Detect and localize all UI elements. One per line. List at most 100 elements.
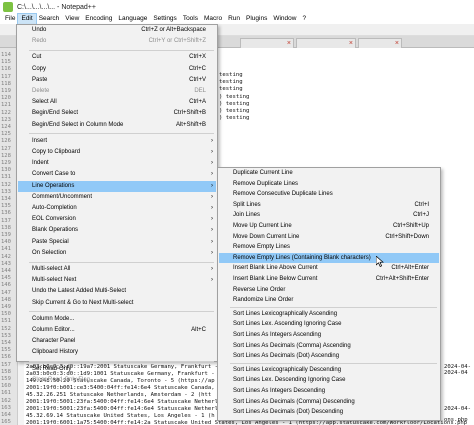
menu-item-sort-lines-lex-descending-ignoring-case[interactable]: Sort Lines Lex. Descending Ignoring Case xyxy=(219,375,439,386)
menu-item-on-selection[interactable]: On Selection › xyxy=(18,248,216,259)
menu-item-move-down-current-line[interactable]: Move Down Current Line Ctrl+Shift+Down xyxy=(219,232,439,243)
menu-item-label: Column Mode... xyxy=(32,315,75,322)
menu-item-cut[interactable]: Cut Ctrl+X xyxy=(18,52,216,63)
menu-item-indent[interactable]: Indent › xyxy=(18,158,216,169)
menu-item-sort-lines-as-decimals-dot-ascending[interactable]: Sort Lines As Decimals (Dot) Ascending xyxy=(219,351,439,362)
menu-item-label: Remove Consecutive Duplicate Lines xyxy=(233,191,333,198)
menu-item-label: Indent xyxy=(32,160,49,167)
menu-help[interactable]: ? xyxy=(299,14,309,24)
menu-item-remove-empty-lines[interactable]: Remove Empty Lines xyxy=(219,242,439,253)
close-tab-icon[interactable]: × xyxy=(349,39,353,48)
line-number: 126 xyxy=(1,138,11,145)
menu-item-begin-end-select-in-column-mode[interactable]: Begin/End Select in Column Mode Alt+Shift… xyxy=(18,120,216,131)
document-tab[interactable]: × xyxy=(358,38,402,48)
document-tab[interactable]: × xyxy=(240,38,294,48)
menu-item-sort-lines-lexicographically-descending[interactable]: Sort Lines Lexicographically Descending xyxy=(219,365,439,376)
menu-item-character-panel[interactable]: Character Panel xyxy=(18,336,216,347)
menu-item-sort-lines-as-decimals-dot-descending[interactable]: Sort Lines As Decimals (Dot) Descending xyxy=(219,407,439,418)
menu-item-multi-select-next[interactable]: Multi-select Next › xyxy=(18,275,216,286)
menu-item-split-lines[interactable]: Split Lines Ctrl+I xyxy=(219,200,439,211)
menu-item-label: Sort Lines Lex. Descending Ignoring Case xyxy=(233,377,346,384)
edit-menu-dropdown: Undo Ctrl+Z or Alt+Backspace Redo Ctrl+Y or… xyxy=(16,24,218,383)
menu-item-label: Join Lines xyxy=(233,212,261,219)
menu-item-convert-case-to[interactable]: Convert Case to › xyxy=(18,169,216,180)
menu-item-multi-select-all[interactable]: Multi-select All › xyxy=(18,264,216,275)
menu-tools[interactable]: Tools xyxy=(180,14,201,24)
menu-item-remove-empty-lines-containing-blank-characters[interactable]: Remove Empty Lines (Containing Blank cha… xyxy=(219,252,439,264)
menu-item-sort-lines-lexicographically-ascending[interactable]: Sort Lines Lexicographically Ascending xyxy=(219,309,439,320)
menu-item-label: Multi-select All xyxy=(32,266,71,272)
menu-item-set-read-only[interactable]: Set Read-Only xyxy=(18,364,216,375)
line-number: 141 xyxy=(1,246,11,253)
menu-item-redo[interactable]: Redo Ctrl+Y or Ctrl+Shift+Z xyxy=(18,36,216,47)
menu-item-copy-to-clipboard[interactable]: Copy to Clipboard › xyxy=(18,147,216,158)
menu-item-sort-lines-lex-ascending-ignoring-case[interactable]: Sort Lines Lex. Ascending Ignoring Case xyxy=(219,319,439,330)
menu-item-auto-completion[interactable]: Auto-Completion › xyxy=(18,203,216,214)
menu-search[interactable]: Search xyxy=(36,14,63,24)
menu-item-label: Clipboard History xyxy=(32,349,79,356)
line-number: 165 xyxy=(1,419,11,425)
menu-plugins[interactable]: Plugins xyxy=(243,14,270,24)
menu-item-move-up-current-line[interactable]: Move Up Current Line Ctrl+Shift+Up xyxy=(219,221,439,232)
menu-window[interactable]: Window xyxy=(270,14,299,24)
menu-settings[interactable]: Settings xyxy=(150,14,180,24)
submenu-arrow-icon: › xyxy=(211,149,213,155)
menu-run[interactable]: Run xyxy=(225,14,243,24)
menu-item-insert[interactable]: Insert › xyxy=(18,136,216,147)
menu-item-clear-read-only-flag[interactable]: Clear Read-Only Flag xyxy=(18,375,216,386)
code-line: testing xyxy=(219,86,243,93)
menu-item-comment-uncomment[interactable]: Comment/Uncomment › xyxy=(18,192,216,203)
menu-item-undo-the-latest-added-multi-select[interactable]: Undo the Latest Added Multi-Select xyxy=(18,286,216,297)
menu-item-blank-operations[interactable]: Blank Operations › xyxy=(18,225,216,236)
line-number: 120 xyxy=(1,95,11,102)
menu-item-shortcut: Alt+Shift+B xyxy=(175,121,206,128)
menu-view[interactable]: View xyxy=(62,14,82,24)
close-tab-icon[interactable]: × xyxy=(395,39,399,48)
menu-item-begin-end-select[interactable]: Begin/End Select Ctrl+Shift+B xyxy=(18,108,216,119)
menu-item-remove-duplicate-lines[interactable]: Remove Duplicate Lines xyxy=(219,179,439,190)
menu-item-sort-lines-as-decimals-comma-ascending[interactable]: Sort Lines As Decimals (Comma) Ascending xyxy=(219,341,439,352)
menu-language[interactable]: Language xyxy=(115,14,150,24)
menu-item-column-editor[interactable]: Column Editor... Alt+C xyxy=(18,325,216,336)
document-tab[interactable]: × xyxy=(296,38,356,48)
menu-item-line-operations[interactable]: Line Operations › xyxy=(18,180,216,192)
menu-item-shortcut: Ctrl+J xyxy=(413,212,429,219)
menu-item-label: Skip Current & Go to Next Multi-select xyxy=(32,299,134,306)
menu-item-eol-conversion[interactable]: EOL Conversion › xyxy=(18,214,216,225)
menu-item-shortcut: DEL xyxy=(194,88,206,94)
menu-item-insert-blank-line-above-current[interactable]: Insert Blank Line Above Current Ctrl+Alt+… xyxy=(219,263,439,274)
menu-item-paste[interactable]: Paste Ctrl+V xyxy=(18,75,216,86)
menu-item-insert-blank-line-below-current[interactable]: Insert Blank Line Below Current Ctrl+Alt+… xyxy=(219,274,439,285)
menu-item-label: Line Operations xyxy=(32,182,75,189)
menu-item-remove-consecutive-duplicate-lines[interactable]: Remove Consecutive Duplicate Lines xyxy=(219,189,439,200)
menu-item-sort-lines-as-integers-descending[interactable]: Sort Lines As Integers Descending xyxy=(219,386,439,397)
line-number: 150 xyxy=(1,311,11,318)
menu-item-column-mode[interactable]: Column Mode... xyxy=(18,314,216,325)
menu-encoding[interactable]: Encoding xyxy=(82,14,115,24)
line-number: 139 xyxy=(1,232,11,238)
menu-item-delete[interactable]: Delete DEL xyxy=(18,86,216,97)
menu-item-reverse-line-order[interactable]: Reverse Line Order xyxy=(219,285,439,296)
menu-item-clipboard-history[interactable]: Clipboard History xyxy=(18,347,216,358)
menu-item-skip-current-go-to-next-multi-select[interactable]: Skip Current & Go to Next Multi-select xyxy=(18,298,216,309)
close-tab-icon[interactable]: × xyxy=(287,39,291,48)
submenu-arrow-icon: › xyxy=(211,205,213,211)
menu-macro[interactable]: Macro xyxy=(201,14,225,24)
line-number: 155 xyxy=(1,347,11,354)
menu-item-label: Select All xyxy=(32,99,57,106)
menu-item-sort-lines-as-integers-ascending[interactable]: Sort Lines As Integers Ascending xyxy=(219,330,439,341)
menu-item-randomize-line-order[interactable]: Randomize Line Order xyxy=(219,295,439,306)
menu-edit[interactable]: Edit xyxy=(17,13,37,25)
menu-item-duplicate-current-line[interactable]: Duplicate Current Line xyxy=(219,168,439,179)
menu-item-join-lines[interactable]: Join Lines Ctrl+J xyxy=(219,210,439,221)
line-number: 149 xyxy=(1,304,11,310)
code-line: testing xyxy=(219,79,243,86)
code-line-fragment: 2024-04- xyxy=(444,406,471,412)
menu-item-copy[interactable]: Copy Ctrl+C xyxy=(18,64,216,75)
code-line: 2001:19f0:5001:23fa:5400:04ff:fe14:6e4 S… xyxy=(26,399,222,405)
menu-item-paste-special[interactable]: Paste Special › xyxy=(18,237,216,248)
menu-file[interactable]: File xyxy=(2,14,18,24)
menu-item-sort-lines-as-decimals-comma-descending[interactable]: Sort Lines As Decimals (Comma) Descendin… xyxy=(219,397,439,408)
menu-item-select-all[interactable]: Select All Ctrl+A xyxy=(18,97,216,108)
menu-item-undo[interactable]: Undo Ctrl+Z or Alt+Backspace xyxy=(18,25,216,36)
